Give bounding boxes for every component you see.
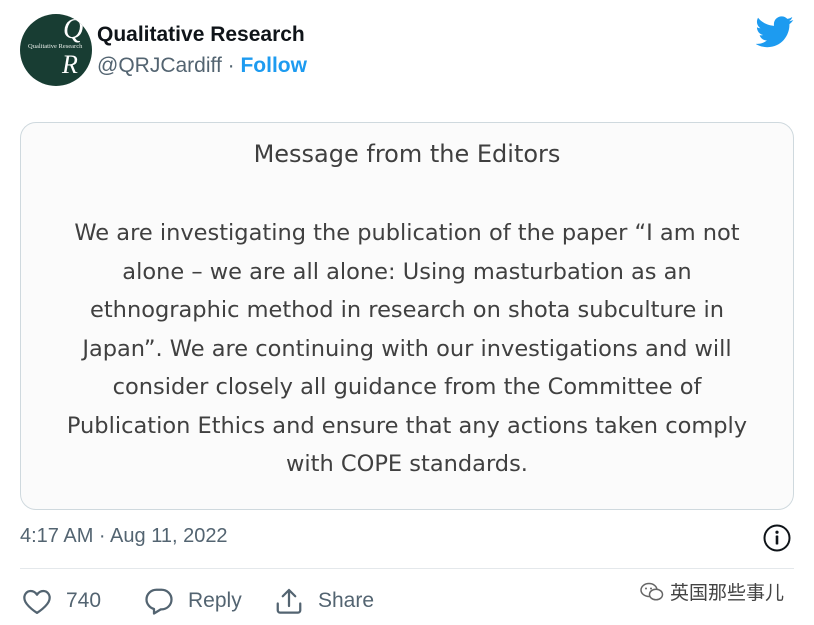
reply-label: Reply (188, 589, 242, 612)
message-card-image[interactable]: Message from the Editors We are investig… (20, 122, 794, 510)
card-title: Message from the Editors (253, 140, 561, 168)
display-name[interactable]: Qualitative Research (97, 23, 305, 47)
follow-button[interactable]: Follow (240, 54, 307, 77)
card-line: Publication Ethics and ensure that any a… (66, 412, 748, 439)
card-line: Japan”. We are continuing with our inves… (82, 335, 732, 362)
divider (20, 568, 794, 569)
separator: · (221, 54, 241, 77)
reply-button[interactable]: Reply (144, 584, 242, 618)
watermark: 英国那些事儿 (640, 578, 784, 605)
wechat-icon (640, 582, 664, 601)
avatar-letter-r: R (62, 50, 78, 79)
card-body: We are investigating the publication of … (23, 214, 791, 484)
like-button[interactable]: 740 (22, 584, 101, 618)
watermark-text: 英国那些事儿 (670, 582, 785, 604)
card-line: consider closely all guidance from the C… (112, 374, 702, 400)
info-icon[interactable] (762, 523, 792, 553)
heart-icon (23, 589, 51, 614)
timestamp[interactable]: 4:17 AM · Aug 11, 2022 (20, 525, 228, 548)
like-count: 740 (66, 589, 102, 612)
card-line: alone – we are all alone: Using masturba… (122, 258, 692, 285)
twitter-bird-icon[interactable] (756, 16, 794, 48)
avatar-letter-q: Q (63, 14, 84, 45)
share-icon (276, 588, 302, 614)
handle-line: @QRJCardiff · Follow (97, 54, 307, 78)
share-button[interactable]: Share (274, 584, 374, 618)
avatar[interactable]: Q Qualitative Research R (20, 14, 92, 86)
avatar-small-text: Qualitative Research (28, 43, 83, 50)
card-line: We are investigating the publication of … (74, 220, 740, 246)
reply-icon (145, 588, 173, 615)
handle[interactable]: @QRJCardiff (97, 54, 222, 77)
share-label: Share (318, 589, 375, 612)
card-line: ethnographic method in research on shota… (90, 297, 724, 323)
card-line: with COPE standards. (286, 451, 528, 477)
